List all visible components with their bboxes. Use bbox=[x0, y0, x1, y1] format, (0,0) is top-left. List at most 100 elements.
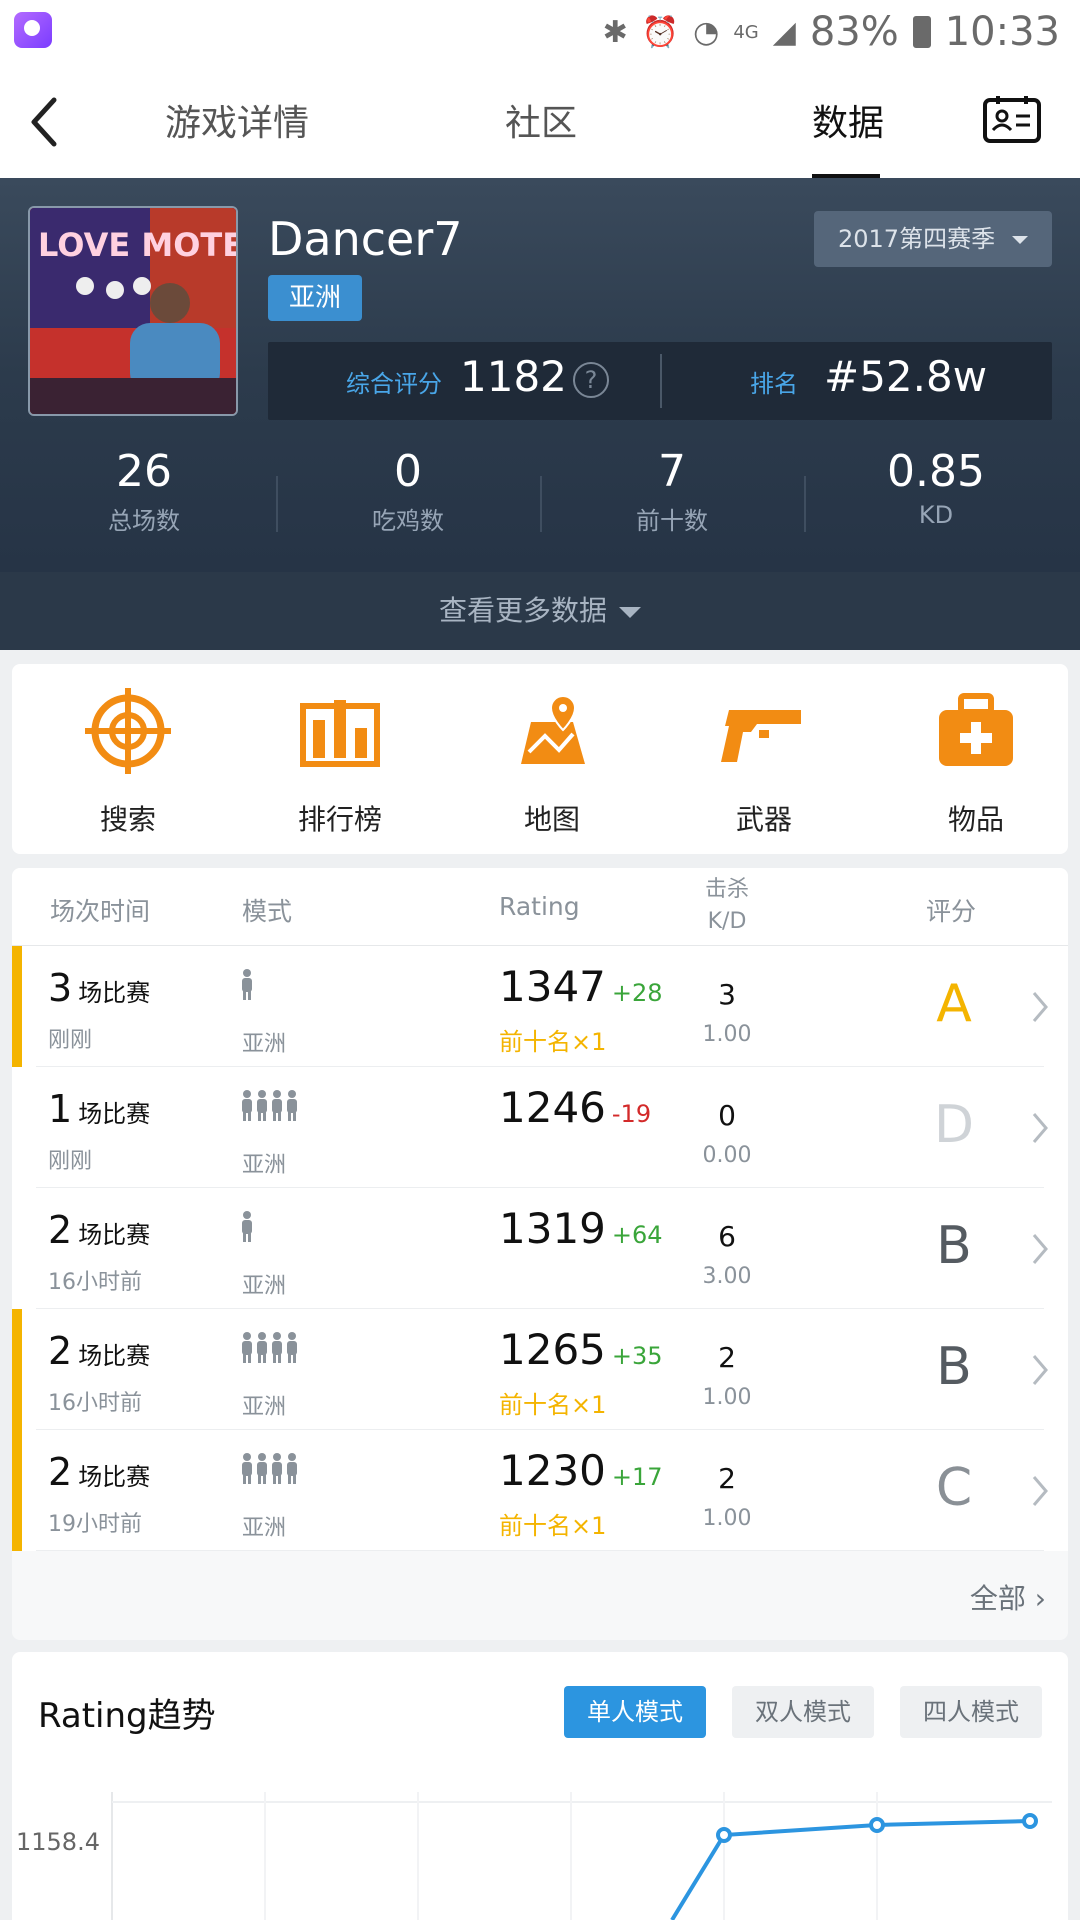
season-dropdown[interactable]: 2017第四赛季 bbox=[814, 211, 1052, 267]
game-count-unit: 场比赛 bbox=[78, 1221, 151, 1249]
match-time: 刚刚 bbox=[48, 1028, 93, 1053]
grade-value: D bbox=[933, 1095, 975, 1155]
rating-delta: +64 bbox=[611, 1221, 663, 1249]
game-count: 2 场比赛 bbox=[48, 1208, 150, 1252]
table-row[interactable]: 3 场比赛 刚刚 亚洲 1347 +28 前十名×1 3 1.00 A bbox=[12, 946, 1068, 1067]
bluetooth-icon: ✱ bbox=[602, 14, 628, 50]
score-value: 1182 bbox=[460, 352, 567, 401]
menu-label: 武器 bbox=[735, 803, 792, 836]
tab-data[interactable]: 数据 bbox=[812, 94, 884, 146]
table-row[interactable]: 2 场比赛 16小时前 亚洲 1319 +64 6 3.00 B bbox=[12, 1188, 1068, 1309]
more-data-label: 查看更多数据 bbox=[438, 594, 607, 627]
chevron-right-icon bbox=[1032, 1476, 1048, 1506]
avatar[interactable]: LOVE MOTEL bbox=[28, 206, 238, 416]
mode-squad-button[interactable]: 四人模式 bbox=[900, 1686, 1042, 1738]
stat-top10: 7 前十数 bbox=[540, 446, 804, 536]
grade-value: B bbox=[936, 1216, 972, 1276]
squad-mode-icon bbox=[242, 1332, 297, 1363]
game-count-unit: 场比赛 bbox=[78, 1100, 151, 1128]
grade-value: A bbox=[936, 974, 972, 1034]
player-name: Dancer7 bbox=[268, 212, 463, 266]
menu-item-items[interactable]: 物品 bbox=[870, 686, 1080, 838]
game-count: 2 场比赛 bbox=[48, 1329, 150, 1373]
alarm-icon: ⏰ bbox=[641, 14, 680, 50]
chevron-right-icon bbox=[1032, 1355, 1048, 1385]
menu-label: 排行榜 bbox=[297, 803, 382, 836]
all-matches-link[interactable]: 全部 › bbox=[970, 1577, 1046, 1617]
rank-label: 排名 bbox=[750, 370, 798, 398]
table-row[interactable]: 2 场比赛 16小时前 亚洲 1265 +35 前十名×1 2 1.00 B bbox=[12, 1309, 1068, 1430]
caret-down-icon bbox=[1012, 236, 1028, 244]
help-icon[interactable]: ? bbox=[573, 362, 609, 398]
header-grade: 评分 bbox=[926, 897, 977, 926]
stat-wins: 0 吃鸡数 bbox=[276, 446, 540, 536]
match-time: 16小时前 bbox=[48, 1270, 142, 1295]
stat-label: 总场数 bbox=[108, 507, 180, 535]
squad-mode-icon bbox=[242, 1453, 297, 1484]
signal-icon: ◢ bbox=[772, 14, 796, 50]
mode-duo-button[interactable]: 双人模式 bbox=[732, 1686, 874, 1738]
game-count-unit: 场比赛 bbox=[78, 1463, 151, 1491]
solo-mode-icon bbox=[242, 1211, 252, 1242]
game-count-unit: 场比赛 bbox=[78, 979, 151, 1007]
profile-card-icon[interactable] bbox=[982, 94, 1042, 144]
clock: 10:33 bbox=[944, 9, 1060, 55]
table-header: 场次时间 模式 Rating 击杀 K/D 评分 bbox=[12, 868, 1068, 946]
squad-mode-icon bbox=[242, 1090, 297, 1121]
header-kills: 击杀 K/D bbox=[692, 874, 762, 938]
header-kills-top: 击杀 bbox=[704, 877, 749, 902]
match-history: 场次时间 模式 Rating 击杀 K/D 评分 3 场比赛 刚刚 亚洲 1347 +28… bbox=[12, 868, 1068, 1640]
stat-value: 26 bbox=[116, 446, 172, 497]
menu-item-map[interactable]: 地图 bbox=[446, 686, 658, 838]
score-bar: 综合评分 1182 ? 排名 #52.8w bbox=[268, 342, 1052, 420]
match-rating: 1246 -19 bbox=[499, 1083, 651, 1132]
trend-title: Rating趋势 bbox=[38, 1696, 216, 1736]
match-region: 亚洲 bbox=[242, 1032, 287, 1057]
menu-label: 物品 bbox=[947, 803, 1004, 836]
menu-item-search[interactable]: 搜索 bbox=[22, 686, 234, 838]
rating-delta: +17 bbox=[611, 1463, 663, 1491]
y-tick-label: 1158.4 bbox=[16, 1828, 100, 1856]
game-count: 1 场比赛 bbox=[48, 1087, 150, 1131]
rating-value: 1246 bbox=[499, 1083, 606, 1132]
rating-value: 1230 bbox=[499, 1446, 606, 1495]
mode-solo-button[interactable]: 单人模式 bbox=[564, 1686, 706, 1738]
match-region: 亚洲 bbox=[242, 1153, 287, 1178]
battery-percent: 83% bbox=[809, 9, 899, 55]
rating-value: 1265 bbox=[499, 1325, 606, 1374]
game-count-value: 1 bbox=[48, 1087, 73, 1131]
all-label: 全部 bbox=[969, 1582, 1026, 1615]
stat-label: 前十数 bbox=[636, 507, 708, 535]
tab-game-details[interactable]: 游戏详情 bbox=[165, 94, 309, 146]
grade-value: B bbox=[936, 1337, 972, 1397]
match-rating: 1319 +64 bbox=[499, 1204, 663, 1253]
more-data-button[interactable]: 查看更多数据 bbox=[0, 572, 1080, 650]
status-bar: ✱ ⏰ ◔ 4G ◢ 83% 10:33 bbox=[0, 0, 1080, 64]
all-matches-bar: 全部 › bbox=[12, 1551, 1068, 1640]
rating-delta: -19 bbox=[611, 1100, 652, 1128]
rating-value: 1319 bbox=[499, 1204, 606, 1253]
kd-value: 3.00 bbox=[702, 1264, 752, 1289]
match-rating: 1230 +17 bbox=[499, 1446, 663, 1495]
header-rating: Rating bbox=[499, 892, 580, 921]
tab-community[interactable]: 社区 bbox=[505, 94, 577, 146]
match-time: 19小时前 bbox=[48, 1512, 142, 1537]
game-count-value: 3 bbox=[48, 966, 73, 1010]
stats-row: 26 总场数 0 吃鸡数 7 前十数 0.85 KD bbox=[0, 446, 1080, 556]
menu-item-leaderboard[interactable]: 排行榜 bbox=[234, 686, 446, 838]
stat-value: 0.85 bbox=[887, 446, 985, 497]
stat-label: 吃鸡数 bbox=[372, 507, 444, 535]
game-count-unit: 场比赛 bbox=[78, 1342, 151, 1370]
rating-trend-chart: 1158.4 bbox=[16, 1792, 1052, 1920]
back-arrow-icon[interactable] bbox=[22, 92, 82, 152]
quick-menu: 搜索 排行榜 地图 武器 物品 bbox=[12, 664, 1068, 854]
header-kills-bottom: K/D bbox=[707, 909, 747, 934]
player-profile: LOVE MOTEL Dancer7 亚洲 2017第四赛季 综合评分 1182… bbox=[0, 178, 1080, 572]
svg-text:LOVE MOTEL: LOVE MOTEL bbox=[38, 226, 238, 264]
menu-item-weapons[interactable]: 武器 bbox=[658, 686, 870, 838]
table-row[interactable]: 2 场比赛 19小时前 亚洲 1230 +17 前十名×1 2 1.00 C bbox=[12, 1430, 1068, 1551]
map-icon bbox=[521, 694, 585, 764]
kills-value: 3 bbox=[718, 978, 736, 1011]
table-row[interactable]: 1 场比赛 刚刚 亚洲 1246 -19 0 0.00 D bbox=[12, 1067, 1068, 1188]
rating-delta: +28 bbox=[611, 979, 663, 1007]
